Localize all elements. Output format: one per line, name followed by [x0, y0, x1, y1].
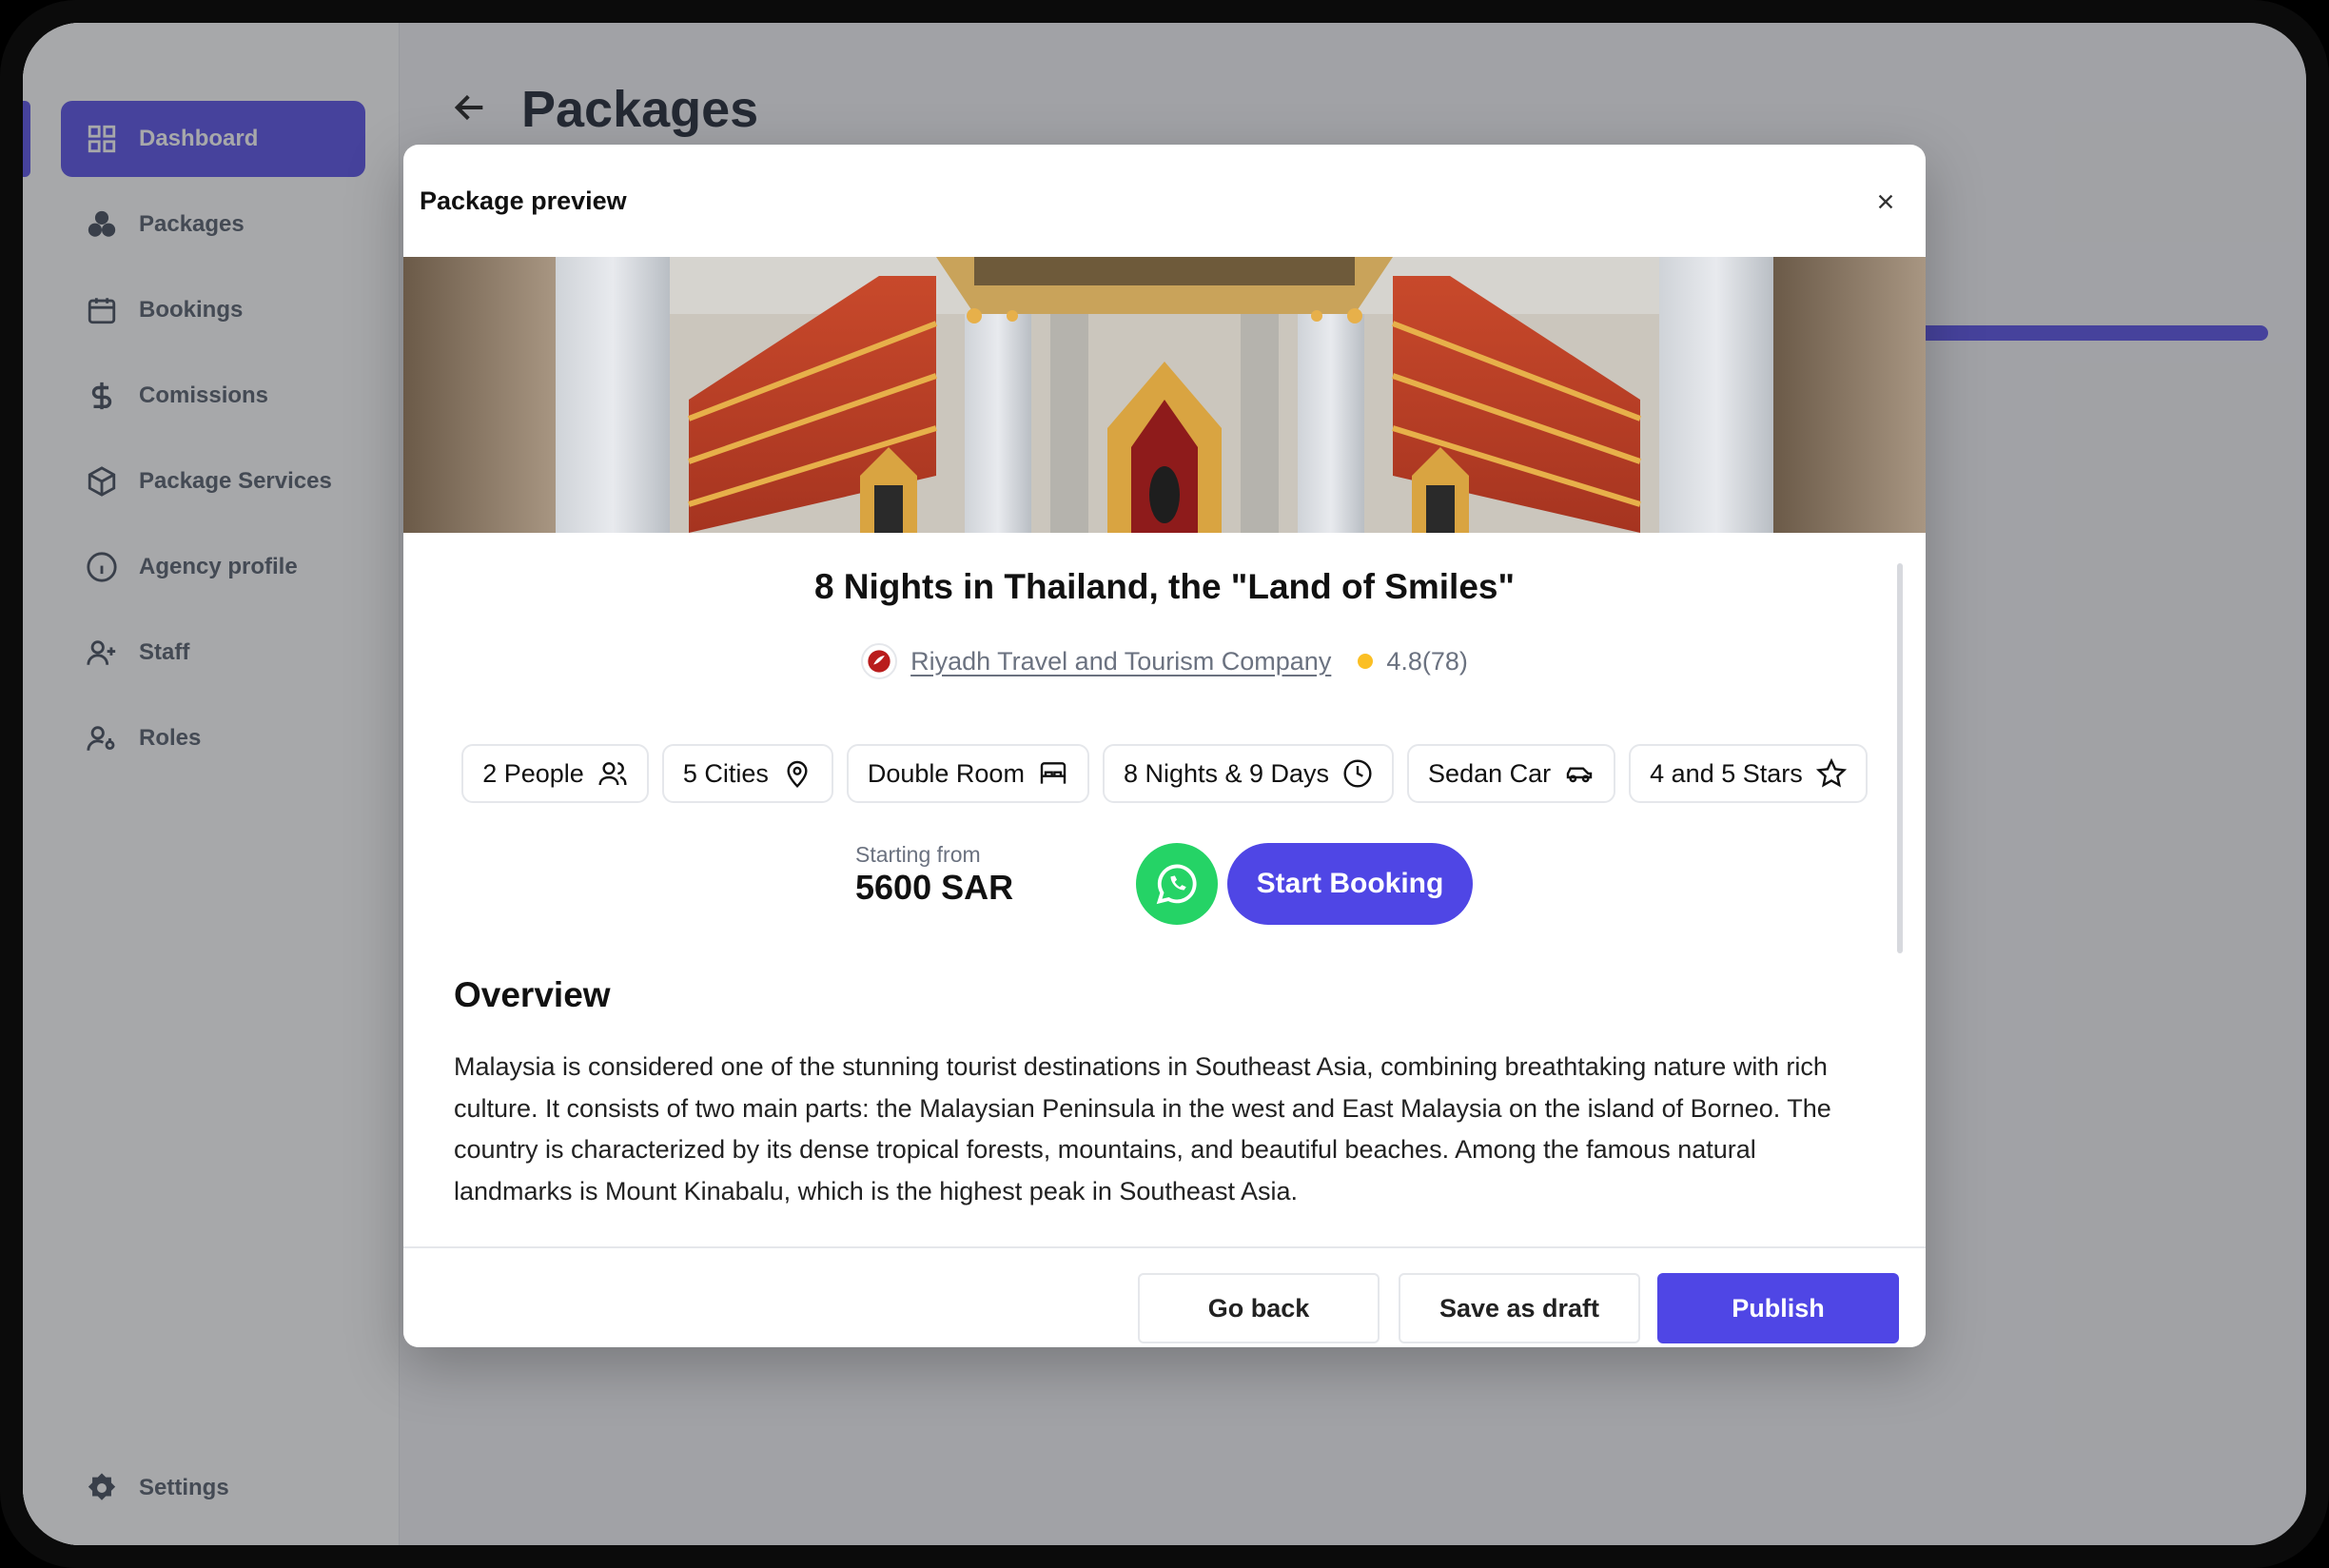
chip-label: 5 Cities [682, 758, 769, 788]
whatsapp-icon [1156, 864, 1197, 905]
bed-icon [1040, 762, 1067, 784]
location-pin-icon [787, 760, 808, 789]
package-title: 8 Nights in Thailand, the "Land of Smile… [813, 567, 1516, 606]
chip-label: 2 People [482, 758, 584, 788]
feature-chip-transport: Sedan Car [1407, 744, 1616, 803]
rating-dot-icon [1358, 654, 1374, 669]
modal-footer: Go back Save as draft Publish [403, 1246, 1926, 1347]
agency-logo [861, 643, 898, 679]
price-block: Starting from 5600 SAR [855, 842, 1013, 908]
feature-chip-duration: 8 Nights & 9 Days [1102, 744, 1395, 803]
modal-title: Package preview [420, 186, 627, 215]
agency-rating: 4.8(78) [1386, 646, 1468, 676]
chip-label: 4 and 5 Stars [1650, 758, 1803, 788]
chip-label: 8 Nights & 9 Days [1123, 758, 1330, 788]
package-features: 2 People 5 Cities Double Room 8 Nights &… [403, 744, 1926, 803]
people-icon [598, 762, 627, 786]
whatsapp-button[interactable] [1136, 843, 1218, 925]
overview-heading: Overview [454, 975, 611, 1014]
clock-icon [1343, 759, 1372, 788]
agency-row: Riyadh Travel and Tourism Company 4.8(78… [403, 643, 1926, 679]
feature-chip-room: Double Room [846, 744, 1089, 803]
start-booking-button[interactable]: Start Booking [1227, 843, 1473, 925]
package-hero-image [403, 257, 1926, 533]
package-preview-modal: Package preview 8 Nights in Thailand, th… [403, 145, 1926, 1347]
feature-chip-cities: 5 Cities [661, 744, 833, 803]
close-icon [1878, 194, 1893, 209]
device-frame: Dashboard Packages Bookings Comissions P… [0, 0, 2329, 1568]
publish-button[interactable]: Publish [1657, 1273, 1899, 1343]
chip-label: Sedan Car [1428, 758, 1552, 788]
close-button[interactable] [1867, 183, 1905, 221]
feature-chip-people: 2 People [461, 744, 649, 803]
chip-label: Double Room [867, 758, 1025, 788]
agency-name-link[interactable]: Riyadh Travel and Tourism Company [910, 647, 1331, 676]
go-back-button[interactable]: Go back [1138, 1273, 1380, 1343]
car-icon [1566, 767, 1593, 783]
feature-chip-hotels: 4 and 5 Stars [1629, 744, 1868, 803]
star-icon [1815, 758, 1847, 788]
save-draft-button[interactable]: Save as draft [1399, 1273, 1640, 1343]
price-value: 5600 SAR [855, 868, 1014, 907]
price-label: Starting from [855, 842, 981, 867]
overview-text: Malaysia is considered one of the stunni… [454, 1052, 1831, 1205]
app-screen: Dashboard Packages Bookings Comissions P… [23, 23, 2306, 1545]
